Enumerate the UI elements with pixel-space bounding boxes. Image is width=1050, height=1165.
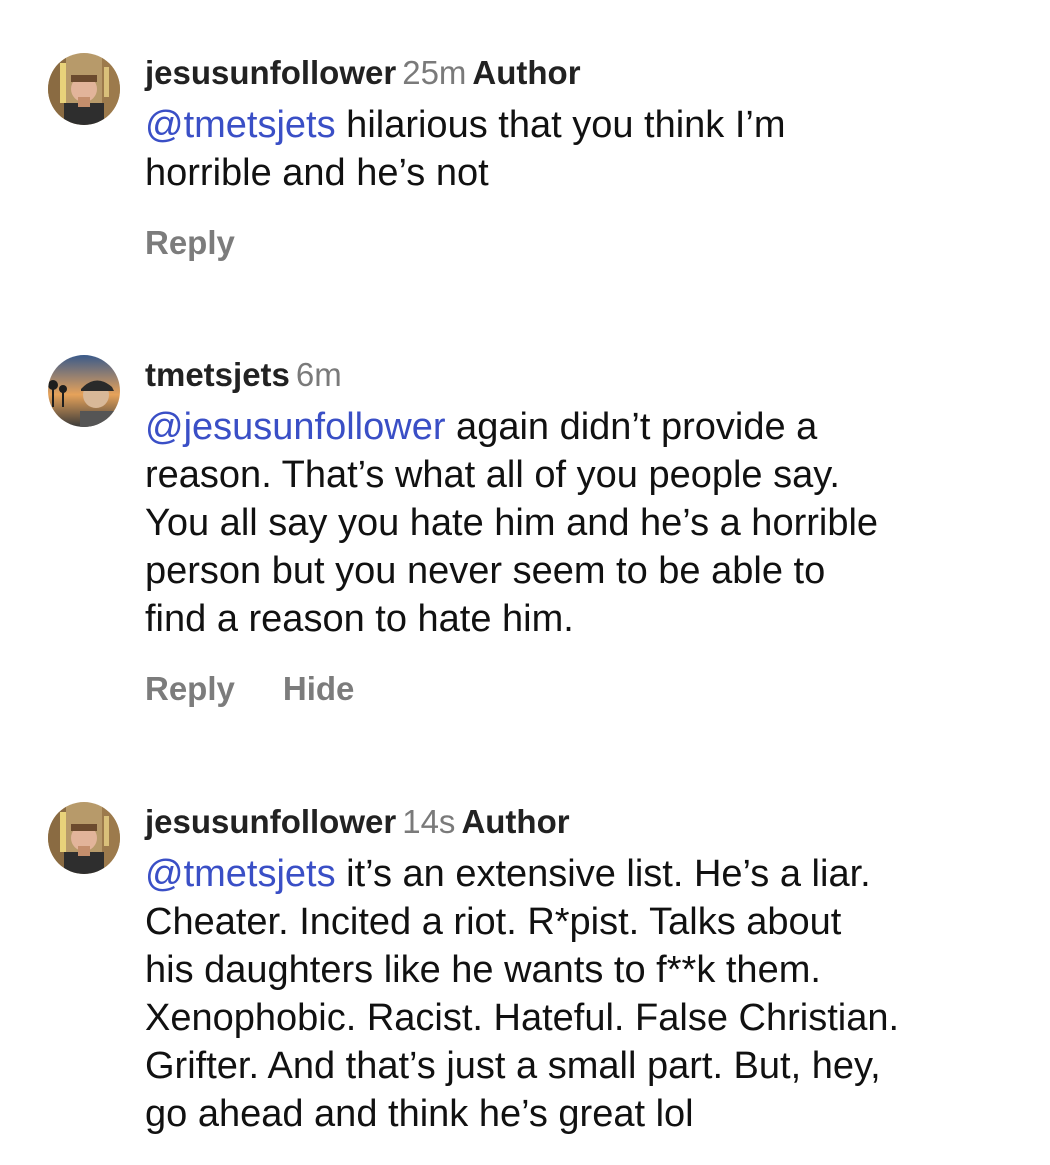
comment-text-line: reason. That’s what all of you people sa… [145,454,840,496]
comment-text-line: Xenophobic. Racist. Hateful. False Chris… [145,997,900,1039]
comment-text-line: hilarious that you think I’m [335,104,786,146]
comment-text-line: his daughters like he wants to f**k them… [145,949,821,991]
comment-text-line: Cheater. Incited a riot. R*pist. Talks a… [145,901,842,943]
comment-meta: tmetsjets 6m [145,355,1010,395]
avatar-icon [48,355,120,427]
avatar-icon [48,53,120,125]
avatar-icon [48,802,120,874]
username-link[interactable]: jesusunfollower [145,803,396,840]
hide-button[interactable]: Hide [283,670,355,707]
comment-text-line: go ahead and think he’s great lol [145,1093,694,1135]
username-link[interactable]: jesusunfollower [145,54,396,91]
reply-button[interactable]: Reply [145,224,235,261]
avatar[interactable] [48,355,120,427]
comment-text-line: it’s an extensive list. He’s a liar. [335,853,871,895]
comment-actions: Reply Hide [145,669,1010,709]
avatar[interactable] [48,53,120,125]
avatar[interactable] [48,802,120,874]
mention-link[interactable]: @tmetsjets [145,853,336,895]
comment-text: @jesusunfollower again didn’t provide a … [145,403,1010,643]
username-link[interactable]: tmetsjets [145,356,290,393]
mention-link[interactable]: @jesusunfollower [145,406,446,448]
reply-button[interactable]: Reply [145,670,235,707]
comment-meta: jesusunfollower 14s Author [145,802,1010,842]
mention-link[interactable]: @tmetsjets [145,104,336,146]
comment-text-line: person but you never seem to be able to [145,550,826,592]
timestamp: 14s [402,803,456,840]
comment-text-line: find a reason to hate him. [145,598,574,640]
comment-text: @tmetsjets hilarious that you think I’m … [145,101,1010,197]
comment-text-line: You all say you hate him and he’s a horr… [145,502,879,544]
comment-text-line: horrible and he’s not [145,152,489,194]
comment-text-line: again didn’t provide a [445,406,818,448]
comment-text: @tmetsjets it’s an extensive list. He’s … [145,850,1010,1138]
author-badge: Author [472,54,581,91]
timestamp: 25m [402,54,467,91]
comment-actions: Reply [145,223,1010,263]
timestamp: 6m [295,356,342,393]
comment-text-line: Grifter. And that’s just a small part. B… [145,1045,881,1087]
author-badge: Author [461,803,570,840]
comment-meta: jesusunfollower 25m Author [145,53,1010,93]
